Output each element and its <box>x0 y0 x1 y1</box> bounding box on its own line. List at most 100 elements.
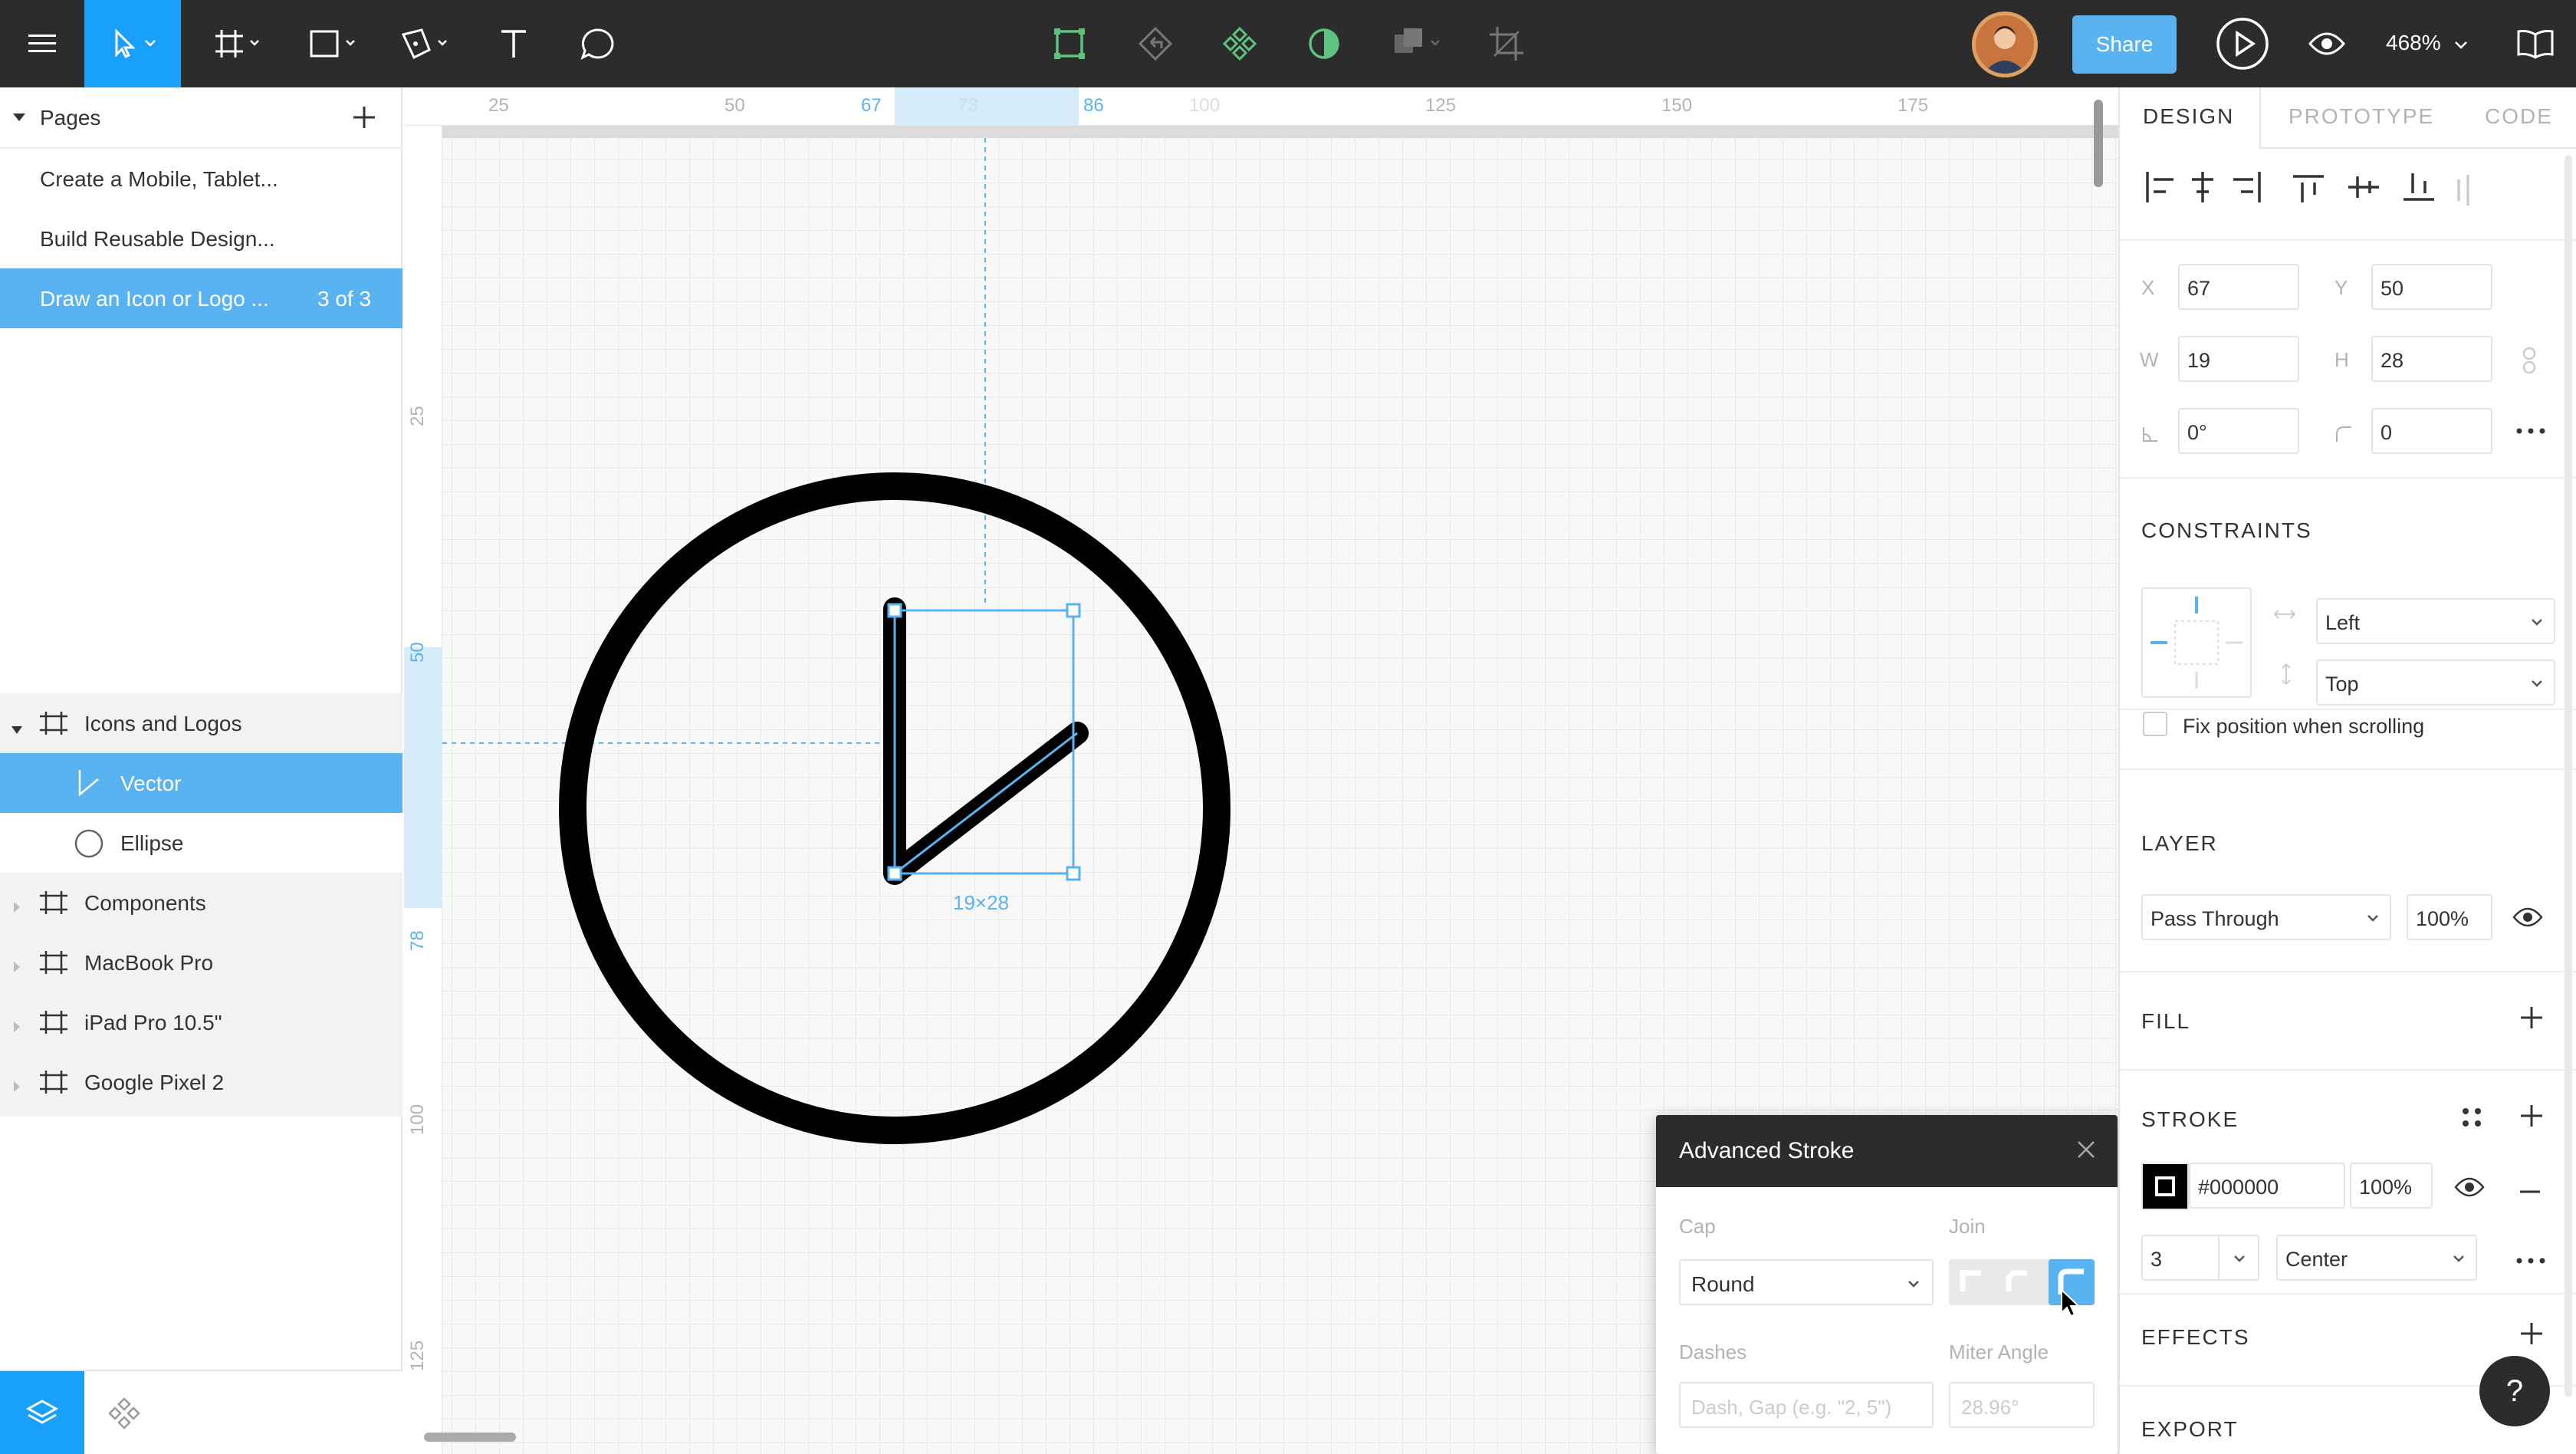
vertical-constraint-select[interactable]: Top <box>2316 660 2555 706</box>
components-icon[interactable] <box>1213 0 1267 87</box>
page-item[interactable]: Create a Mobile, Tablet... <box>0 149 402 209</box>
avatar[interactable] <box>1972 12 2038 77</box>
more-options-icon[interactable] <box>2515 425 2546 439</box>
align-bottom-icon[interactable] <box>2404 169 2437 207</box>
share-button[interactable]: Share <box>2072 15 2177 74</box>
boolean-icon[interactable] <box>1380 0 1457 87</box>
resize-handle[interactable] <box>887 603 902 618</box>
align-horizontal-center-icon[interactable] <box>2192 169 2226 207</box>
shape-tool-icon[interactable] <box>291 0 376 87</box>
reset-instance-icon[interactable] <box>1129 0 1182 87</box>
horizontal-constraint-select[interactable]: Left <box>2316 598 2555 644</box>
frame-tool-icon[interactable] <box>199 0 276 87</box>
remove-stroke-icon[interactable] <box>2518 1184 2542 1198</box>
help-button[interactable]: ? <box>2479 1356 2550 1426</box>
pen-tool-icon[interactable] <box>383 0 468 87</box>
add-effect-icon[interactable] <box>2518 1321 2545 1350</box>
layer-item-ipad-pro[interactable]: iPad Pro 10.5" <box>0 992 402 1052</box>
layer-item-vector[interactable]: Vector <box>0 753 402 813</box>
stroke-hex-value: #000000 <box>2198 1176 2279 1199</box>
menu-icon[interactable] <box>0 0 84 87</box>
dashes-input[interactable]: Dash, Gap (e.g. "2, 5") <box>1679 1382 1934 1428</box>
text-tool-icon[interactable] <box>475 0 552 87</box>
page-count: 3 of 3 <box>317 287 372 311</box>
add-fill-icon[interactable] <box>2518 1005 2545 1035</box>
tab-prototype[interactable]: PROTOTYPE <box>2288 104 2434 129</box>
align-top-icon[interactable] <box>2293 169 2327 207</box>
corner-radius-input[interactable]: 0 <box>2371 408 2492 454</box>
resize-handle[interactable] <box>887 866 902 881</box>
crop-icon[interactable] <box>1480 0 1533 87</box>
layer-item-icons-and-logos[interactable]: Icons and Logos <box>0 693 402 753</box>
join-miter-icon[interactable] <box>1960 1270 1984 1298</box>
preview-eye-icon[interactable] <box>2292 0 2361 87</box>
y-input[interactable]: 50 <box>2371 264 2492 310</box>
stroke-style-icon[interactable] <box>2460 1106 2483 1133</box>
expand-arrow-icon[interactable] <box>11 716 23 741</box>
zoom-level[interactable]: 468% <box>2386 31 2468 55</box>
tab-code[interactable]: CODE <box>2485 104 2553 129</box>
add-page-icon[interactable] <box>351 104 377 134</box>
expand-arrow-icon[interactable] <box>12 1014 21 1038</box>
page-item-selected[interactable]: Draw an Icon or Logo ... 3 of 3 <box>0 268 402 328</box>
expand-arrow-icon[interactable] <box>12 954 21 979</box>
visibility-eye-icon[interactable] <box>2512 906 2543 932</box>
align-right-icon[interactable] <box>2246 169 2279 207</box>
effects-title: EFFECTS <box>2141 1325 2250 1349</box>
pages-header[interactable]: Pages <box>0 87 402 149</box>
comment-tool-icon[interactable] <box>560 0 636 87</box>
stroke-visibility-eye-icon[interactable] <box>2454 1176 2485 1202</box>
tab-design[interactable]: DESIGN <box>2143 104 2234 129</box>
h-input[interactable]: 28 <box>2371 336 2492 382</box>
present-icon[interactable] <box>2208 0 2277 87</box>
move-tool-icon[interactable] <box>84 0 181 87</box>
resize-handle[interactable] <box>1066 866 1081 881</box>
cap-value: Round <box>1691 1272 1755 1296</box>
advanced-stroke-more-icon[interactable] <box>2515 1255 2546 1268</box>
stroke-hex-input[interactable]: #000000 <box>2189 1163 2345 1209</box>
expand-arrow-icon[interactable] <box>12 894 21 919</box>
library-book-icon[interactable] <box>2501 0 2570 87</box>
constrain-proportions-icon[interactable] <box>2522 347 2537 378</box>
align-left-icon[interactable] <box>2138 169 2172 207</box>
miter-angle-label: Miter Angle <box>1949 1341 2049 1364</box>
distribute-icon[interactable] <box>2457 169 2496 207</box>
zoom-value: 468% <box>2386 31 2441 54</box>
clock-hands-vector[interactable] <box>883 597 1089 885</box>
cap-select[interactable]: Round <box>1679 1259 1934 1305</box>
expand-arrow-icon[interactable] <box>12 1074 21 1098</box>
stroke-align-select[interactable]: Center <box>2276 1235 2477 1281</box>
stroke-weight-input[interactable]: 3 <box>2141 1235 2259 1281</box>
constraints-widget[interactable] <box>2141 587 2252 698</box>
layer-item-google-pixel[interactable]: Google Pixel 2 <box>0 1052 402 1112</box>
layer-label: Ellipse <box>120 831 184 855</box>
panel-scrollbar[interactable] <box>2564 155 2572 1397</box>
top-toolbar: Share 468% <box>0 0 2576 87</box>
layer-item-macbook-pro[interactable]: MacBook Pro <box>0 933 402 992</box>
miter-angle-input[interactable]: 28.96° <box>1949 1382 2095 1428</box>
mouse-cursor-icon <box>2059 1288 2081 1323</box>
mask-icon[interactable] <box>1297 0 1351 87</box>
stroke-opacity-input[interactable]: 100% <box>2350 1163 2433 1209</box>
blend-mode-select[interactable]: Pass Through <box>2141 894 2391 940</box>
add-stroke-icon[interactable] <box>2518 1103 2545 1133</box>
stroke-color-swatch[interactable] <box>2141 1163 2189 1210</box>
align-vertical-center-icon[interactable] <box>2348 169 2382 207</box>
close-icon[interactable] <box>2075 1138 2098 1165</box>
horizontal-constraint-icon <box>2273 609 2296 623</box>
w-input[interactable]: 19 <box>2178 336 2299 382</box>
x-input[interactable]: 67 <box>2178 264 2299 310</box>
fix-position-checkbox[interactable] <box>2143 712 2167 736</box>
component-create-icon[interactable] <box>1043 0 1096 87</box>
join-bevel-icon[interactable] <box>2006 1270 2030 1298</box>
chevron-down-icon[interactable] <box>2232 1248 2247 1271</box>
layer-opacity-input[interactable]: 100% <box>2407 894 2492 940</box>
pages-collapse-icon[interactable] <box>12 112 26 127</box>
resize-handle[interactable] <box>1066 603 1081 618</box>
page-item[interactable]: Build Reusable Design... <box>0 209 402 268</box>
layers-tab-icon[interactable] <box>0 1371 84 1454</box>
assets-tab-icon[interactable] <box>107 1397 141 1435</box>
layer-item-components[interactable]: Components <box>0 873 402 933</box>
rotation-input[interactable]: 0° <box>2178 408 2299 454</box>
layer-item-ellipse[interactable]: Ellipse <box>0 813 402 873</box>
